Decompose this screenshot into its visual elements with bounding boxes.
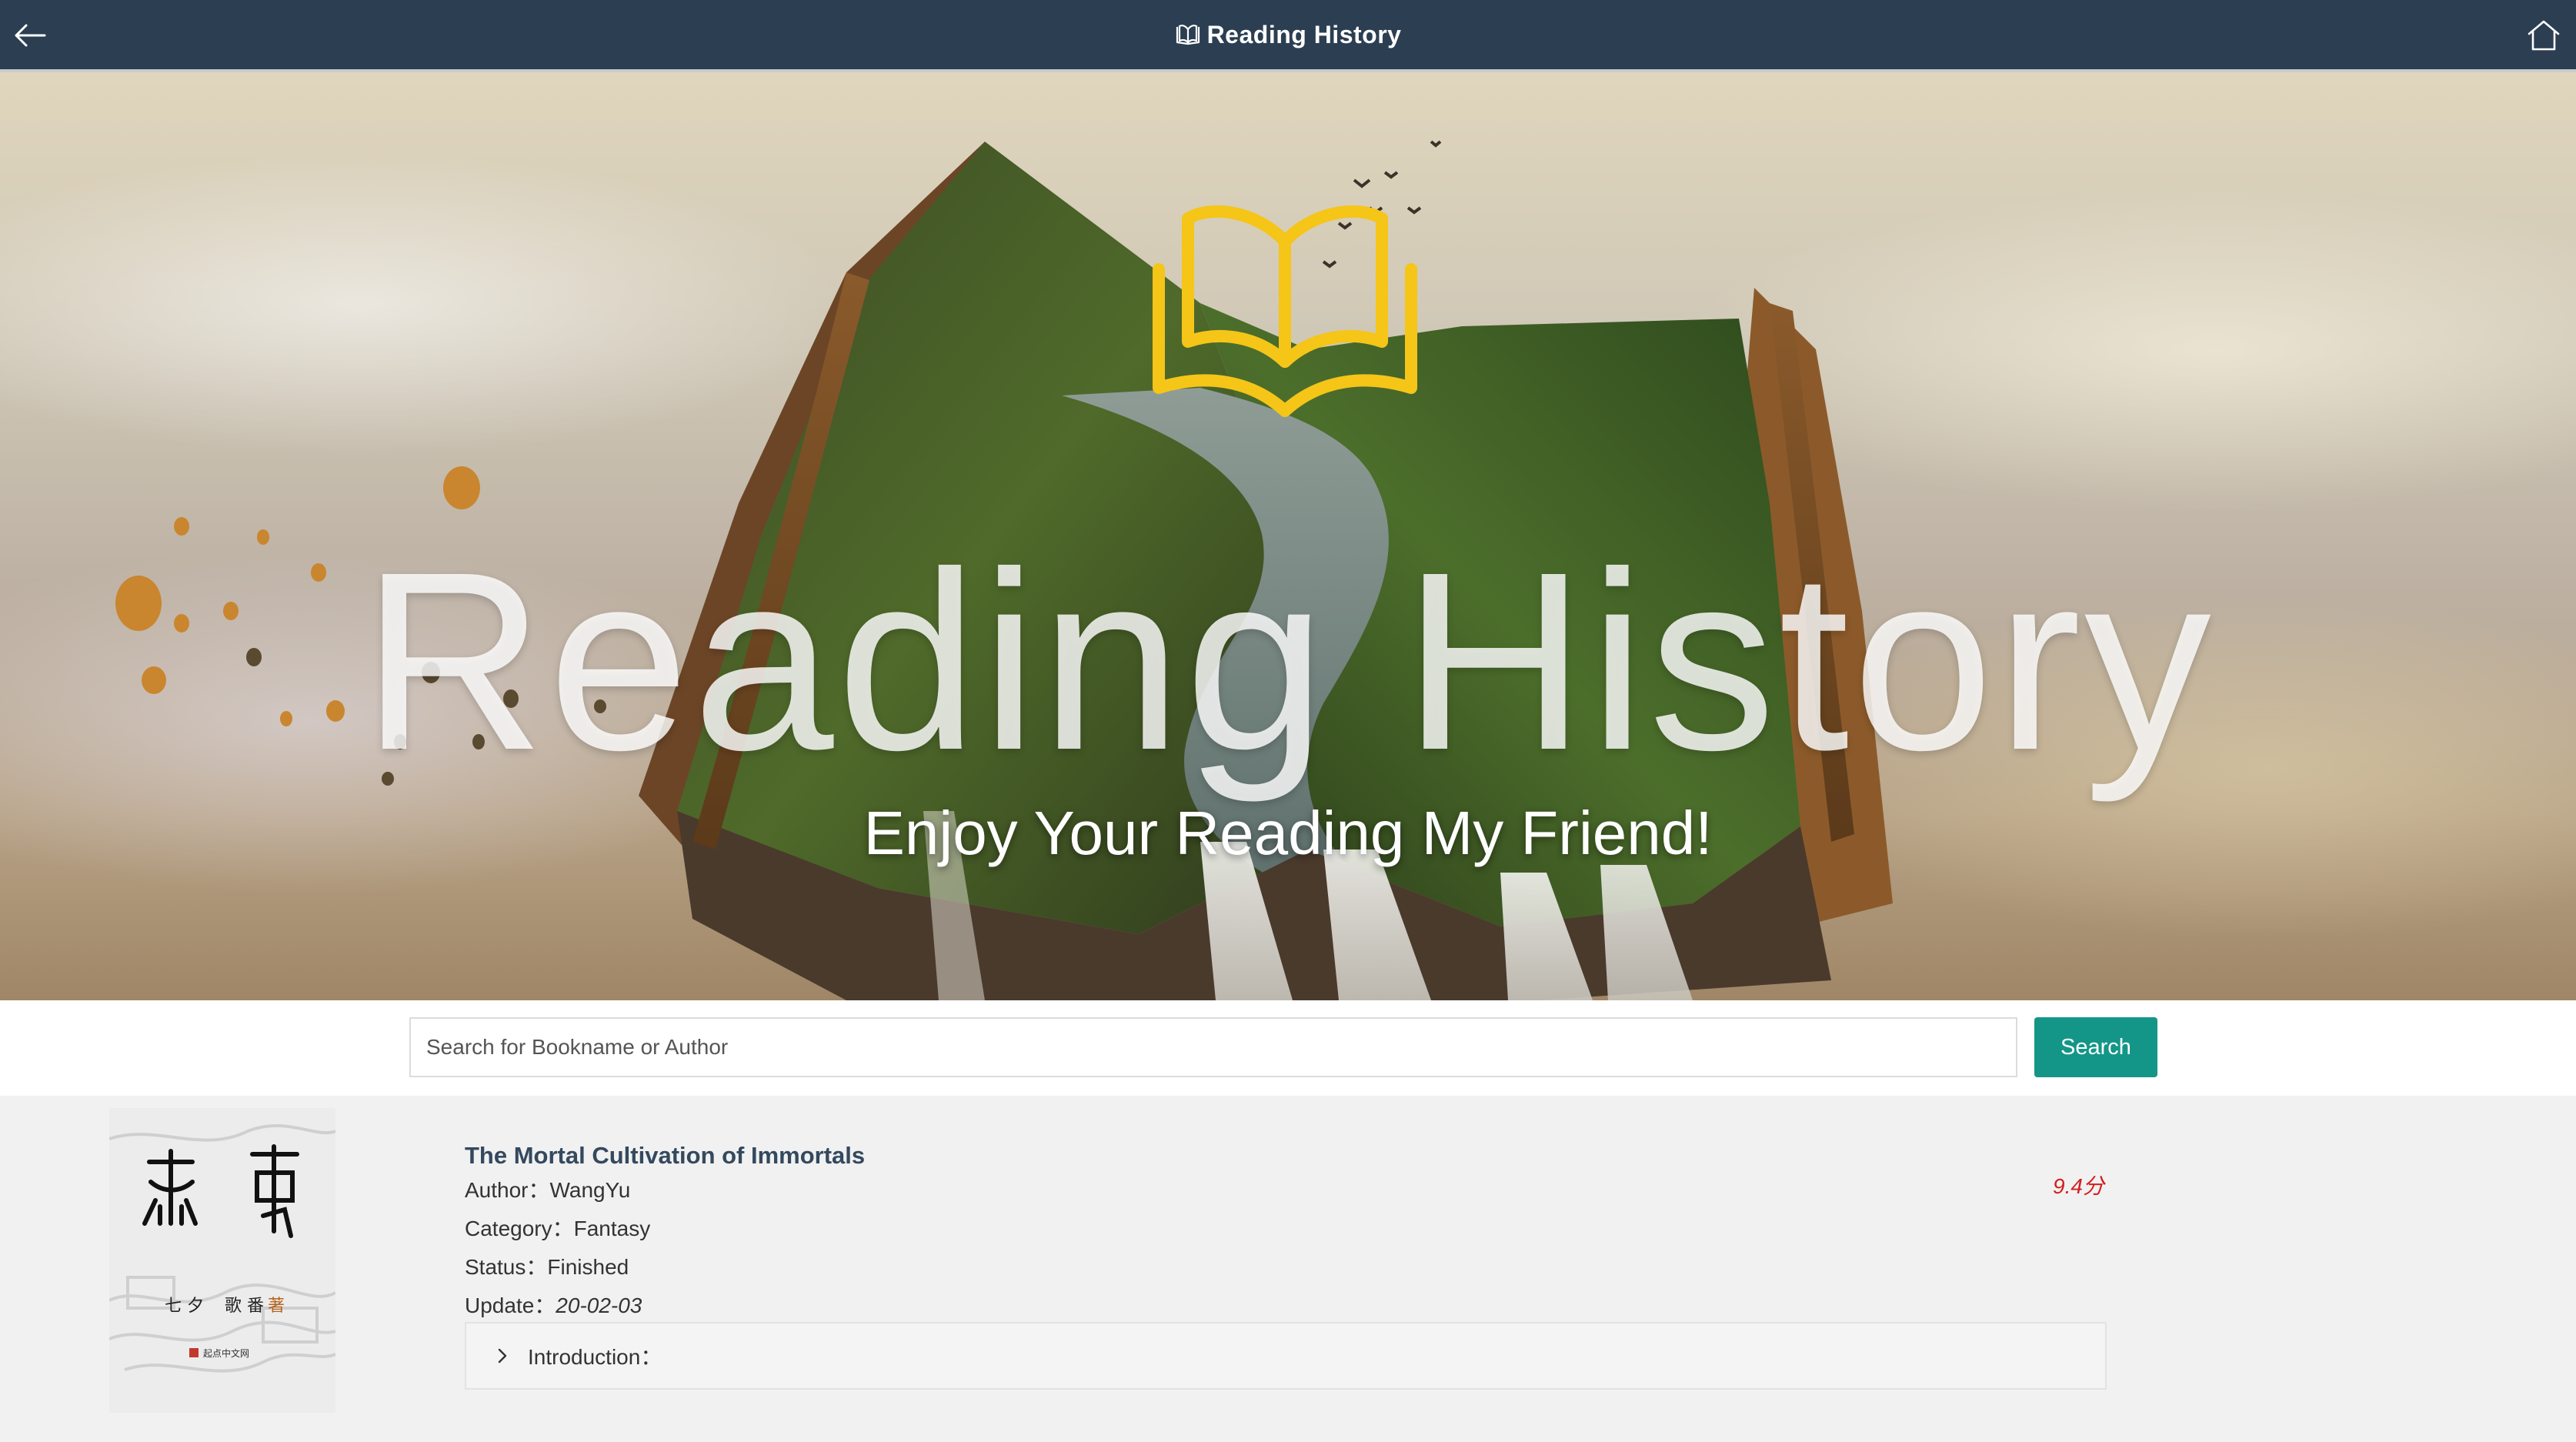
book-open-icon bbox=[1176, 25, 1200, 45]
svg-text:起点中文网: 起点中文网 bbox=[203, 1347, 249, 1359]
update-label: Update： bbox=[465, 1293, 556, 1317]
svg-text:著: 著 bbox=[268, 1297, 285, 1316]
introduction-label: Introduction： bbox=[528, 1345, 662, 1369]
book-title[interactable]: The Mortal Cultivation of Immortals bbox=[465, 1140, 865, 1171]
update-value: 20-02-03 bbox=[556, 1293, 642, 1317]
search-input[interactable] bbox=[409, 1017, 2017, 1077]
hero-title: Reading History bbox=[362, 519, 2214, 803]
book-rating: 9.4分 bbox=[2053, 1174, 2104, 1198]
status-label: Status： bbox=[465, 1255, 548, 1279]
home-icon[interactable] bbox=[2525, 17, 2562, 54]
book-update-row: Update：20-02-03 bbox=[465, 1287, 865, 1325]
book-info: The Mortal Cultivation of Immortals Auth… bbox=[465, 1140, 865, 1325]
hero-banner: Reading History Enjoy Your Reading My Fr… bbox=[0, 72, 2576, 1000]
status-value: Finished bbox=[547, 1255, 629, 1279]
open-book-icon bbox=[1153, 205, 1417, 417]
page-title: Reading History bbox=[0, 0, 2576, 69]
book-author-row: Author：WangYu bbox=[465, 1171, 865, 1210]
author-label: Author： bbox=[465, 1178, 550, 1202]
navbar-title-text: Reading History bbox=[1206, 20, 1402, 48]
svg-text:歌 番: 歌 番 bbox=[225, 1297, 264, 1316]
book-cover[interactable]: 七 夕 歌 番 著 起点中文网 bbox=[109, 1108, 335, 1413]
category-label: Category： bbox=[465, 1217, 574, 1240]
chevron-right-icon bbox=[498, 1348, 507, 1364]
search-bar: Search bbox=[0, 1000, 2576, 1096]
category-value: Fantasy bbox=[573, 1217, 651, 1240]
book-category-row: Category：Fantasy bbox=[465, 1210, 865, 1248]
top-navbar: Reading History bbox=[0, 0, 2576, 72]
svg-text:七 夕: 七 夕 bbox=[165, 1297, 204, 1316]
search-button[interactable]: Search bbox=[2034, 1017, 2157, 1077]
book-cover-art: 七 夕 歌 番 著 起点中文网 bbox=[109, 1108, 335, 1413]
author-value: WangYu bbox=[549, 1178, 631, 1202]
hero-subtitle: Enjoy Your Reading My Friend! bbox=[863, 799, 1713, 867]
introduction-collapse[interactable]: Introduction： bbox=[465, 1322, 2107, 1390]
book-list-item: 七 夕 歌 番 著 起点中文网 The Mortal Cultivation o… bbox=[0, 1096, 2576, 1442]
book-status-row: Status：Finished bbox=[465, 1248, 865, 1287]
